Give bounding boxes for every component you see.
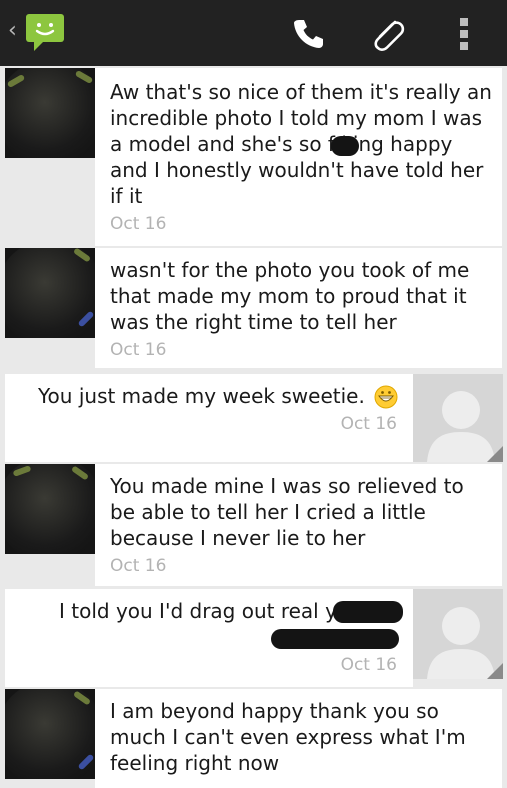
my-avatar[interactable]: [413, 589, 503, 679]
outgoing-message-bubble[interactable]: I told you I'd drag out real you Oct 16: [5, 589, 413, 687]
messaging-app-icon[interactable]: [24, 12, 66, 52]
incoming-message-bubble[interactable]: I am beyond happy thank you so much I ca…: [95, 689, 502, 788]
message-row: Aw that's so nice of them it's really an…: [0, 68, 507, 246]
message-timestamp: Oct 16: [340, 655, 397, 675]
message-row: wasn't for the photo you took of me that…: [0, 248, 507, 368]
incoming-message-bubble[interactable]: Aw that's so nice of them it's really an…: [95, 68, 502, 246]
back-chevron-icon[interactable]: ‹: [8, 18, 17, 44]
overflow-menu-button[interactable]: [442, 12, 486, 56]
message-timestamp: Oct 16: [110, 214, 167, 234]
message-row: I am beyond happy thank you so much I ca…: [0, 689, 507, 788]
message-row: You just made my week sweetie. Oct 16: [0, 374, 507, 462]
censor-mark: [333, 601, 403, 623]
person-placeholder-icon: [427, 607, 503, 679]
message-row: I told you I'd drag out real you Oct 16: [0, 589, 507, 687]
incoming-message-bubble[interactable]: You made mine I was so relieved to be ab…: [95, 464, 502, 586]
overflow-menu-icon: [460, 18, 468, 50]
message-timestamp: Oct 16: [110, 340, 167, 360]
message-row: You made mine I was so relieved to be ab…: [0, 464, 507, 586]
message-timestamp: Oct 16: [110, 556, 167, 576]
message-text: Aw that's so nice of them it's really an…: [110, 80, 492, 208]
outgoing-message-bubble[interactable]: You just made my week sweetie. Oct 16: [5, 374, 413, 462]
message-text: You made mine I was so relieved to be ab…: [110, 474, 464, 550]
call-button[interactable]: [286, 12, 330, 56]
message-text: I told you I'd drag out real you: [59, 599, 362, 623]
censor-mark: [331, 136, 359, 156]
contact-avatar[interactable]: [5, 248, 95, 338]
action-bar: ‹: [0, 0, 507, 66]
paperclip-icon: [374, 20, 405, 51]
person-placeholder-icon: [427, 391, 503, 462]
contact-avatar[interactable]: [5, 689, 95, 779]
message-text: You just made my week sweetie.: [38, 384, 365, 408]
message-text: I am beyond happy thank you so much I ca…: [110, 699, 466, 775]
phone-icon: [294, 20, 323, 48]
message-timestamp: Oct 16: [340, 414, 397, 434]
censor-mark: [271, 629, 399, 649]
message-text: wasn't for the photo you took of me that…: [110, 258, 470, 334]
contact-avatar[interactable]: [5, 464, 95, 554]
contact-avatar[interactable]: [5, 68, 95, 158]
attach-button[interactable]: [366, 12, 410, 56]
my-avatar[interactable]: [413, 374, 503, 462]
grinning-emoji-icon: [374, 385, 398, 409]
incoming-message-bubble[interactable]: wasn't for the photo you took of me that…: [95, 248, 502, 368]
message-thread[interactable]: Aw that's so nice of them it's really an…: [0, 66, 507, 788]
